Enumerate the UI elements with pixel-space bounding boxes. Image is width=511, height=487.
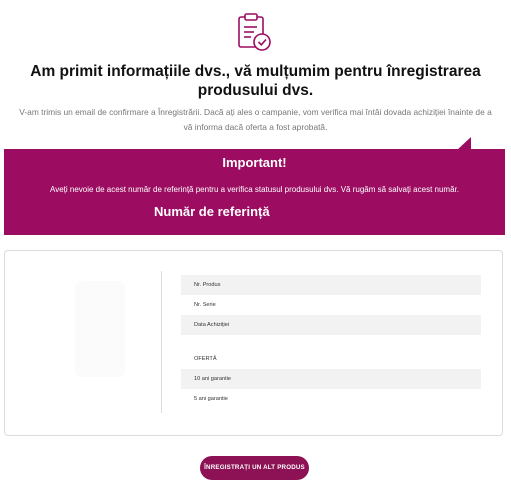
important-banner: Important! Aveți nevoie de acest număr d… (4, 149, 505, 235)
product-image (75, 281, 125, 377)
product-details-card: Nr. Produs Nr. Serie Data Achiziției OFE… (4, 250, 503, 436)
divider (161, 271, 162, 413)
detail-row-warranty-10: 10 ani garantie (181, 369, 481, 389)
detail-row-warranty-5: 5 ani garantie (194, 396, 228, 402)
detail-row-offer: OFERTĂ (194, 356, 217, 362)
banner-text: Aveți nevoie de acest număr de referință… (50, 185, 459, 194)
detail-row-serial-number: Nr. Serie (194, 302, 216, 308)
page-title: Am primit informațiile dvs., vă mulțumim… (30, 63, 481, 99)
detail-row-purchase-date: Data Achiziției (181, 315, 481, 335)
detail-row-product-number: Nr. Produs (181, 275, 481, 295)
product-details-list: Nr. Produs Nr. Serie Data Achiziției OFE… (181, 275, 481, 409)
confirmation-message: V-am trimis un email de confirmare a Înr… (19, 107, 492, 132)
detail-spacer (181, 335, 481, 349)
register-another-product-button[interactable]: ÎNREGISTRAȚI UN ALT PRODUS (200, 456, 309, 480)
clipboard-check-icon (238, 13, 271, 51)
reference-number-label: Număr de referință (154, 204, 270, 219)
banner-heading: Important! (222, 155, 287, 170)
